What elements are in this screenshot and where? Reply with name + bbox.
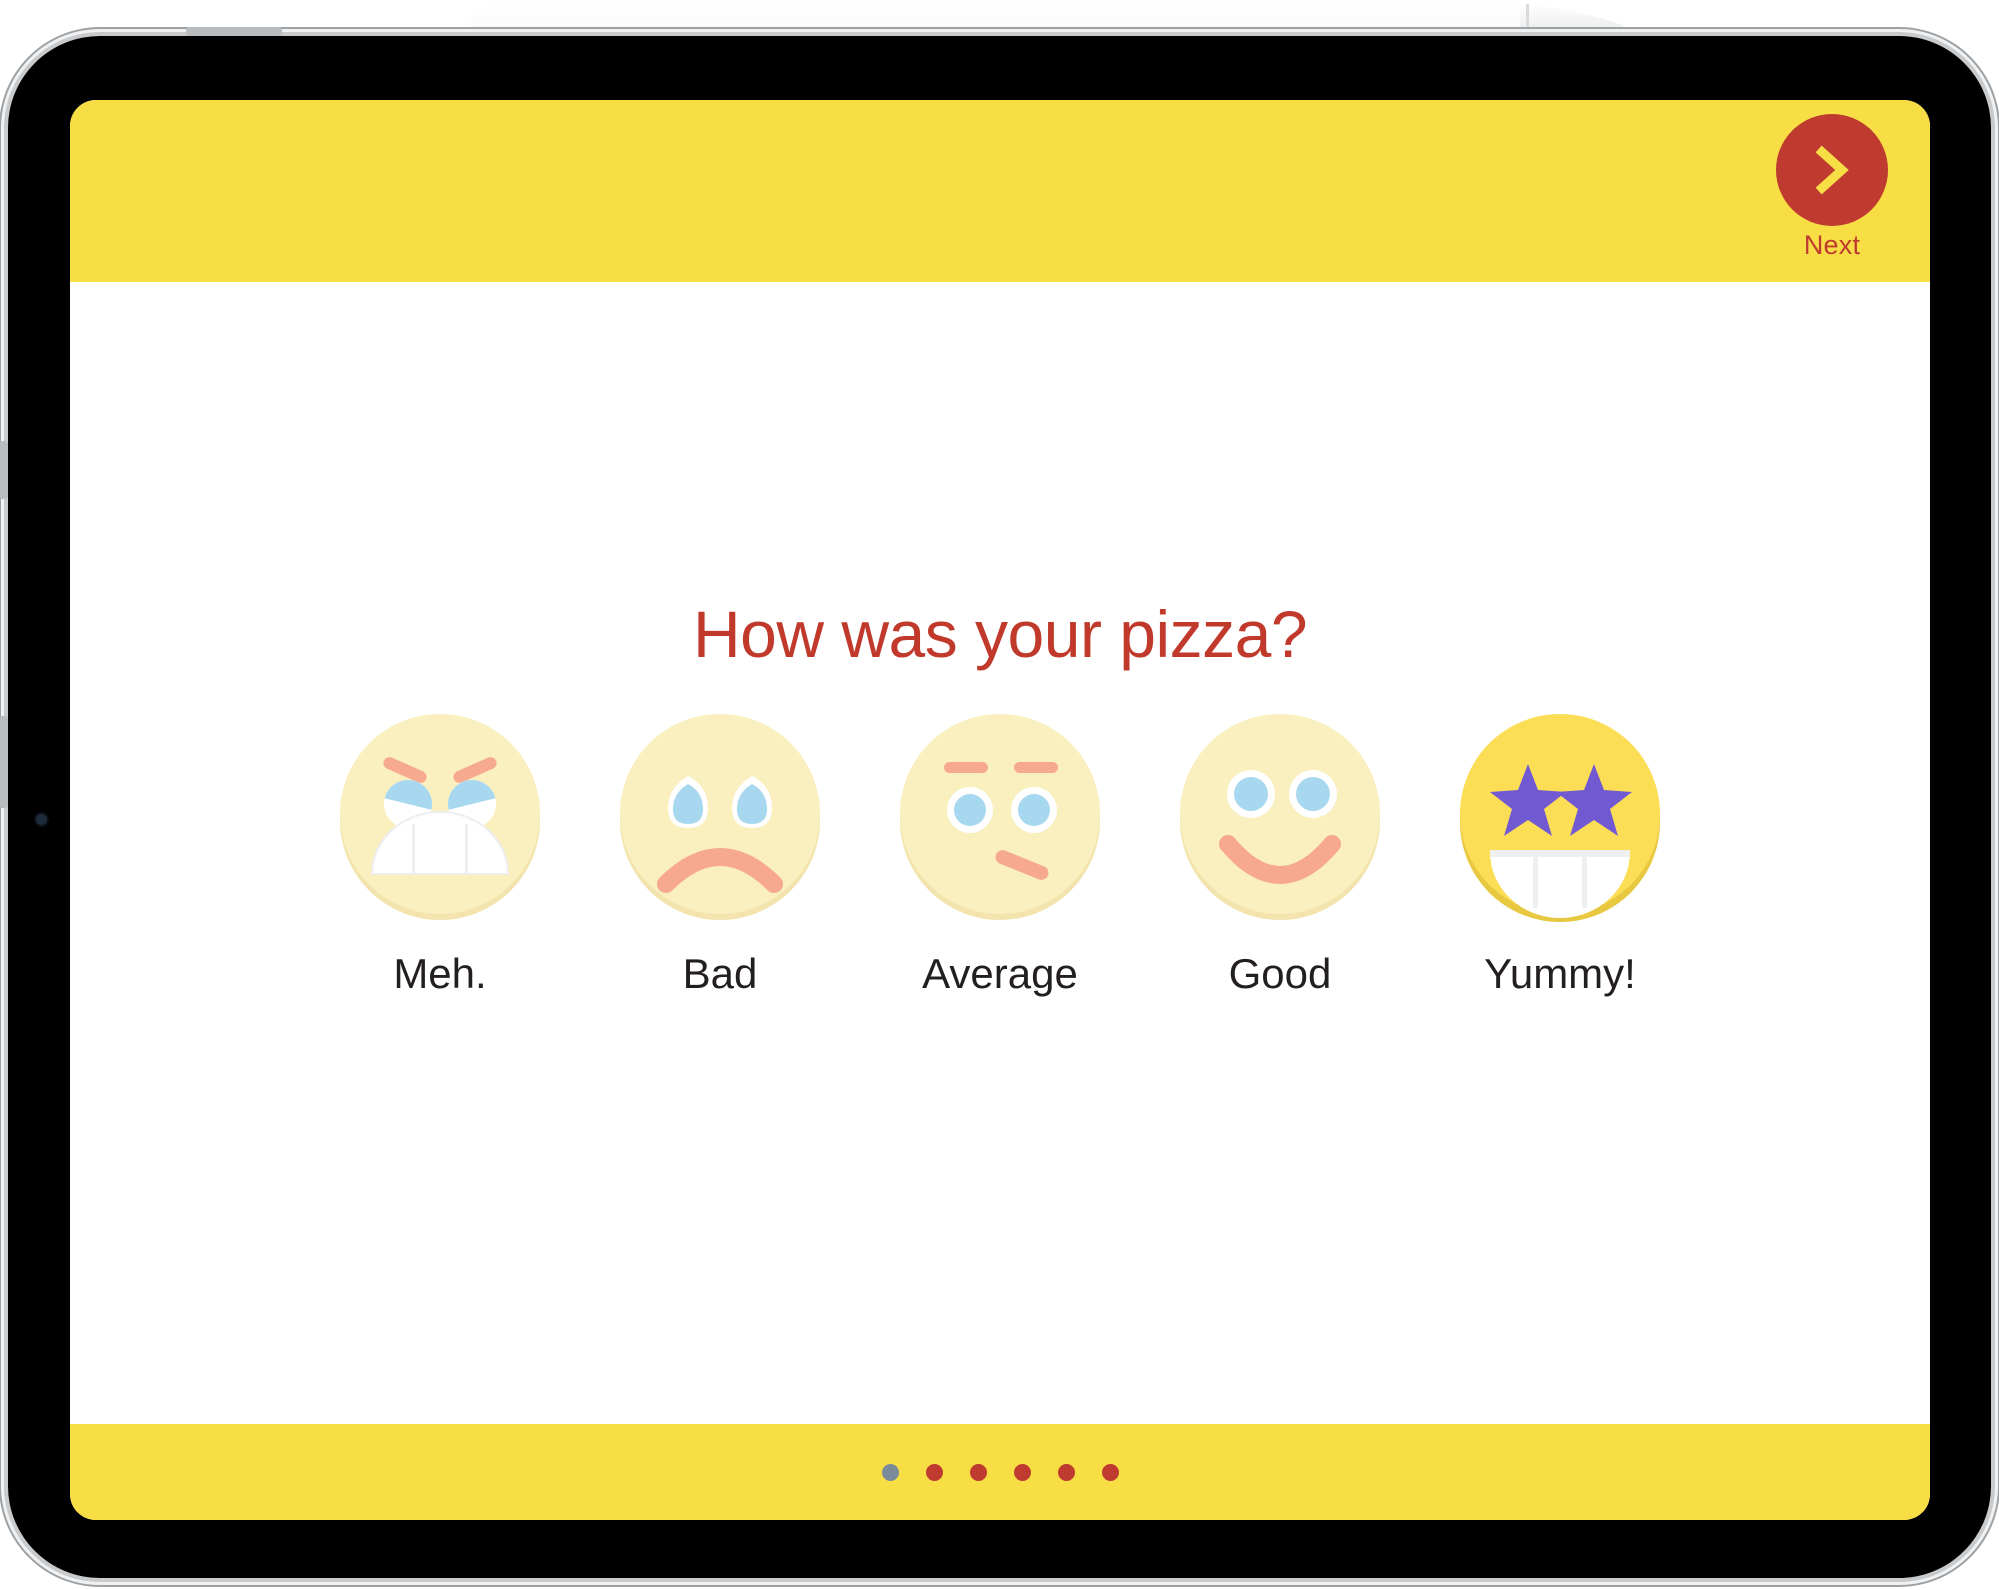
- volume-up-button[interactable]: [0, 441, 8, 499]
- screenshot-stage: Next How was your pizza? Meh. Bad Averag…: [0, 0, 1999, 1590]
- pagination-dot[interactable]: [1101, 1463, 1119, 1481]
- page-title: How was your pizza?: [692, 597, 1308, 671]
- angry-face-icon[interactable]: [328, 702, 552, 926]
- rating-option-label: Good: [1228, 950, 1332, 997]
- rating-option-label: Meh.: [393, 950, 487, 997]
- power-button[interactable]: [186, 27, 282, 36]
- smiling-face-icon[interactable]: [1168, 702, 1392, 926]
- neutral-face-icon[interactable]: [888, 702, 1112, 926]
- rating-option-label: Bad: [682, 950, 758, 997]
- tablet-device: Next How was your pizza? Meh. Bad Averag…: [0, 27, 1991, 1578]
- next-button[interactable]: Next: [1766, 114, 1898, 261]
- pagination-dot[interactable]: [925, 1463, 943, 1481]
- app-footer: [70, 1424, 1930, 1520]
- pagination-dot[interactable]: [1013, 1463, 1031, 1481]
- chevron-right-icon: [1815, 145, 1849, 195]
- star-struck-face-icon[interactable]: [1448, 702, 1672, 926]
- pagination-dot[interactable]: [881, 1463, 899, 1481]
- app-body: How was your pizza? Meh. Bad Average Goo…: [70, 282, 1930, 1424]
- rating-option-yummy[interactable]: Yummy!: [1448, 702, 1672, 998]
- pagination-dot[interactable]: [1057, 1463, 1075, 1481]
- sad-face-icon[interactable]: [608, 702, 832, 926]
- pagination-dot[interactable]: [969, 1463, 987, 1481]
- app-screen: Next How was your pizza? Meh. Bad Averag…: [70, 100, 1930, 1520]
- rating-option-meh[interactable]: Meh.: [328, 702, 552, 998]
- rating-option-label: Yummy!: [1484, 950, 1636, 997]
- next-button-circle[interactable]: [1776, 114, 1888, 226]
- rating-option-average[interactable]: Average: [888, 702, 1112, 998]
- app-header: Next: [70, 100, 1930, 282]
- next-button-label: Next: [1803, 230, 1861, 260]
- front-camera-icon: [36, 814, 47, 825]
- volume-down-button[interactable]: [0, 716, 8, 808]
- rating-options: Meh. Bad Average Good Yummy!: [70, 702, 1930, 998]
- rating-option-label: Average: [922, 950, 1078, 997]
- rating-option-good[interactable]: Good: [1168, 702, 1392, 998]
- rating-option-bad[interactable]: Bad: [608, 702, 832, 998]
